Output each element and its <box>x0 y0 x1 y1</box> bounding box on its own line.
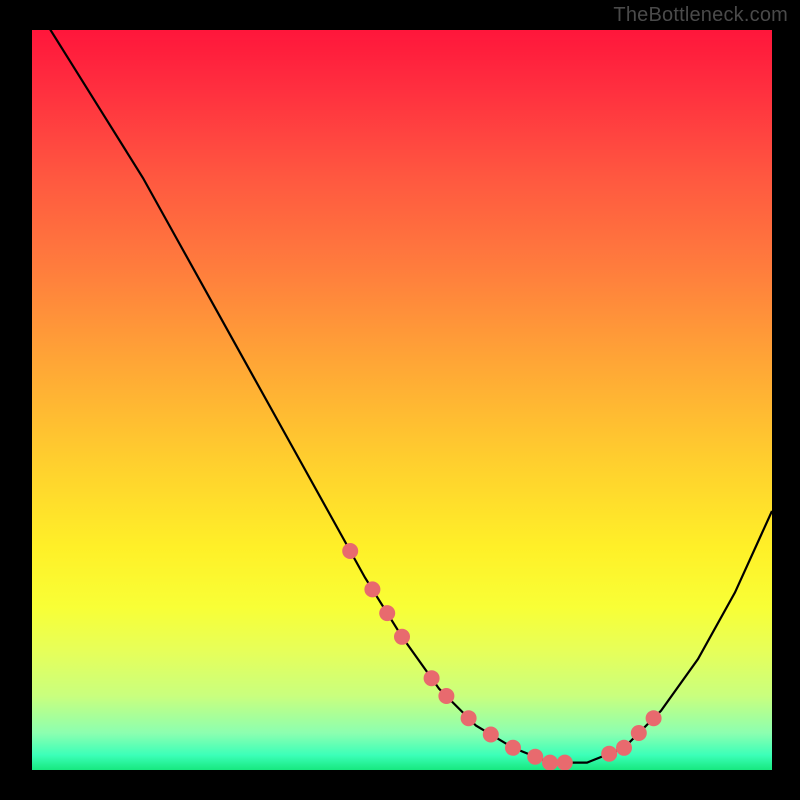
watermark-text: TheBottleneck.com <box>613 4 788 27</box>
plot-area <box>32 30 772 770</box>
gradient-background <box>32 30 772 770</box>
